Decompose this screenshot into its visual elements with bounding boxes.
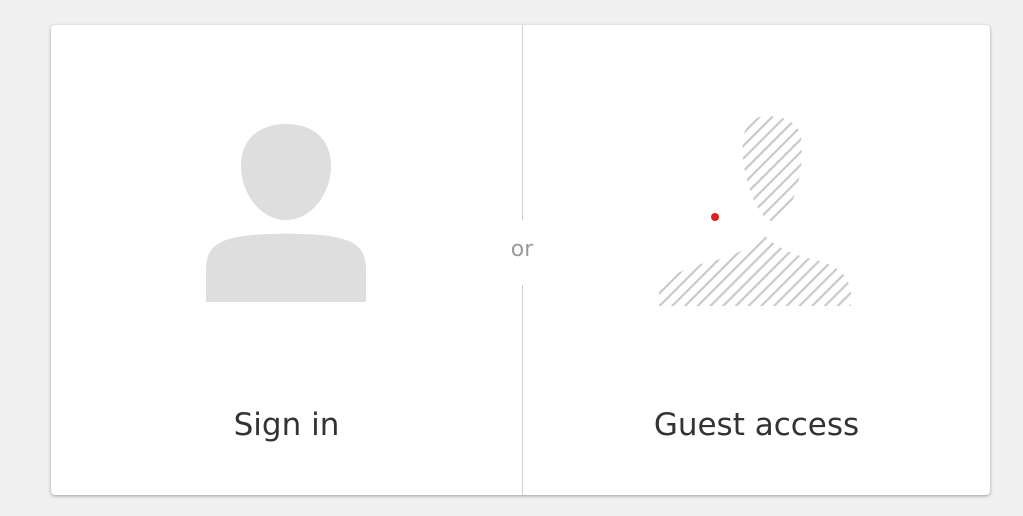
guest-access-label: Guest access [653,407,860,443]
sign-in-label: Sign in [233,407,340,443]
login-choice-card: Sign in or Guest access [51,25,990,495]
user-silhouette-icon [203,122,369,304]
sign-in-option[interactable]: Sign in [51,25,522,495]
guest-indicator-dot [711,213,719,221]
guest-striped-user-icon [657,116,853,309]
